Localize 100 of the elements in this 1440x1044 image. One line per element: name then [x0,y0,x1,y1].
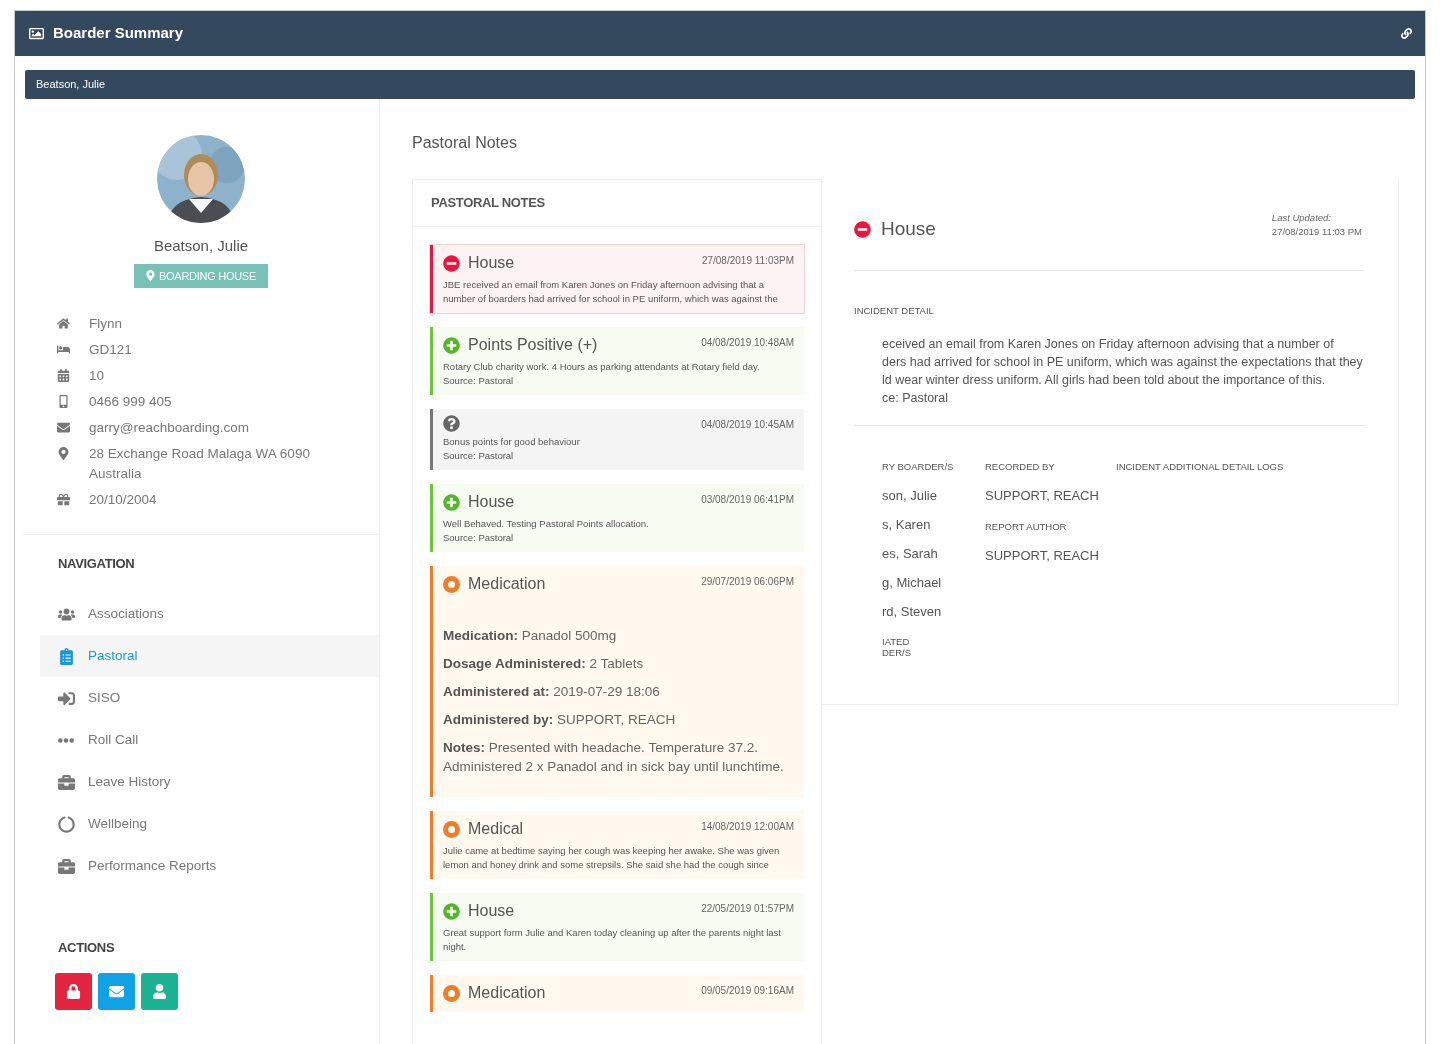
detail-text: 28 Exchange Road Malaga WA 6090 [89,445,310,463]
note-card[interactable]: Medical 14/08/2019 12:00AM Julie came at bedtime saying her cough was keeping her awake. She was given lemon and honey drink and some strepsils. She said she had the cough since [430,811,804,879]
note-title: House [468,253,515,273]
field-label: INCIDENT DETAIL [854,304,934,316]
field-label: INCIDENT ADDITIONAL DETAIL LOGS [1116,459,1284,474]
map-pin-icon [146,270,155,282]
ring-icon [58,815,75,833]
note-title: House [468,492,515,512]
detail-text: Flynn [89,315,122,333]
incident-text: ders had arrived for school in PE uniform, which was against the expectations that they [882,353,1364,371]
note-card[interactable]: House 27/08/2019 11:03PM JBE received an email from Karen Jones on Friday afternoon advising that a number of boarders had arrived for school in PE uniform, which was against the [430,245,804,313]
action-button[interactable] [141,973,178,1010]
envelope-icon [109,984,124,999]
note-date: 04/08/2019 10:48AM [701,336,794,350]
note-card[interactable]: Points Positive (+) 04/08/2019 10:48AM Rotary Club charity work. 4 Hours as parking attendants at Rotary field day. Source: Pastoral [430,327,804,395]
section-heading: NAVIGATION [58,556,135,571]
field-value: SUPPORT, REACH [985,486,1100,505]
note-card[interactable]: House 22/05/2019 01:57PM Great support form Julie and Karen today cleaning up after the parents night last night. [430,893,804,961]
incident-text: ld wear winter dress uniform. All girls had been told about the importance of this. [882,371,1327,389]
map-pin-icon [57,447,70,460]
medication-field: Administered at: 2019-07-29 18:06 [443,682,794,701]
boarder-name: es, Sarah [882,544,939,563]
dots-icon [58,737,74,743]
note-title: Points Positive (+) [468,335,598,355]
medication-field: Medication: Panadol 500mg [443,626,794,645]
detail-text: GD121 [89,341,132,359]
window-title: Boarder Summary [53,23,184,44]
action-button[interactable] [55,973,92,1010]
detail-title: House [881,217,936,241]
note-title: Medication [468,574,546,594]
note-text: Well Behaved. Testing Pastoral Points allocation. [443,517,650,531]
detail-text: Australia [89,465,143,483]
field-label: IATED [882,635,911,647]
note-date: 03/08/2019 06:41PM [701,493,794,507]
note-date: 09/05/2019 09:16AM [701,984,794,998]
note-text: Source: Pastoral [443,449,515,463]
boarder-name: rd, Steven [882,602,943,621]
note-date: 29/07/2019 06:06PM [701,575,794,589]
gift-icon [57,493,70,506]
field-value: SUPPORT, REACH [985,547,1100,565]
field-label: RECORDED BY [985,459,1056,474]
nav-item[interactable]: Performance Reports [40,845,379,887]
note-card[interactable] [430,566,804,797]
lock-icon [66,984,81,999]
sign-in-icon [58,689,75,707]
note-text: Source: Pastoral [443,531,515,545]
field-label: RY BOARDER/S [882,459,955,474]
note-text: Great support form Julie and Karen today cleaning up after the parents night last night. [443,926,782,954]
boarder-name: g, Michael [882,573,943,592]
medication-field: Notes: Presented with headache. Temperature 37.2. Administered 2 x Panadol and in sick bay until lunchtime. [443,738,794,776]
page-title: Pastoral Notes [412,134,517,151]
note-card[interactable]: House 03/08/2019 06:41PM Well Behaved. Testing Pastoral Points allocation. Source: Pastoral [430,484,804,552]
briefcase-icon [58,773,75,791]
nav-item[interactable]: SISO [40,677,379,719]
user-icon [152,984,167,999]
incident-text: eceived an email from Karen Jones on Friday afternoon advising that a number of [882,335,1335,353]
link-icon[interactable] [1401,28,1412,39]
boarder-name: Beatson, Julie [153,236,249,256]
updated-label: Last Updated: [1271,211,1332,225]
ring-icon [443,575,460,593]
phone-icon [57,395,70,408]
image-icon [28,26,45,41]
field-label: DER/S [882,646,913,658]
ring-icon [443,984,460,1002]
note-card[interactable]: 04/08/2019 10:45AM Bonus points for good behaviour Source: Pastoral [430,409,804,470]
note-date: 22/05/2019 01:57PM [701,902,794,916]
field-label: REPORT AUTHOR [985,519,1068,534]
section-heading: ACTIONS [58,940,115,955]
detail-text: garry@reachboarding.com [89,419,250,437]
nav-item[interactable]: Wellbeing [40,803,379,845]
nav-item[interactable]: Leave History [40,761,379,803]
ring-icon [443,820,460,838]
nav-item[interactable]: Associations [40,593,379,635]
nav-item[interactable]: Roll Call [40,719,379,761]
detail-text: 20/10/2004 [89,491,157,509]
note-date: 04/08/2019 10:45AM [701,418,794,432]
note-text: Rotary Club charity work. 4 Hours as parking attendants at Rotary field day. [443,360,761,374]
note-text: Source: Pastoral [443,374,515,388]
house-icon [57,317,70,330]
detail-text: 10 [89,367,105,385]
clipboard-icon [58,647,75,665]
boarder-name: son, Julie [882,486,938,505]
updated-date: 27/08/2019 11:03 PM [1271,225,1362,240]
note-date: 14/08/2019 12:00AM [701,820,794,834]
boarder-select[interactable]: Beatson, Julie [25,70,1415,99]
note-text: JBE received an email from Karen Jones on Friday afternoon advising that a number of boarders had arrived for school in PE uniform, which was against the [443,278,779,306]
panel-heading: PASTORAL NOTES [431,194,545,213]
briefcase-icon [58,857,75,875]
medication-field: Administered by: SUPPORT, REACH [443,710,794,729]
incident-text: ce: Pastoral [882,389,949,407]
medication-field: Dosage Administered: 2 Tablets [443,654,794,673]
detail-text: 0466 999 405 [89,393,172,411]
location-badge: BOARDING HOUSE [134,263,268,288]
note-date: 27/08/2019 11:03PM [701,254,794,268]
note-text: Bonus points for good behaviour [443,435,581,449]
action-button[interactable] [98,973,135,1010]
note-card[interactable]: Medication 09/05/2019 09:16AM [430,975,804,1012]
note-title: House [468,901,515,921]
boarder-name: s, Karen [882,515,932,534]
bed-icon [57,343,70,356]
